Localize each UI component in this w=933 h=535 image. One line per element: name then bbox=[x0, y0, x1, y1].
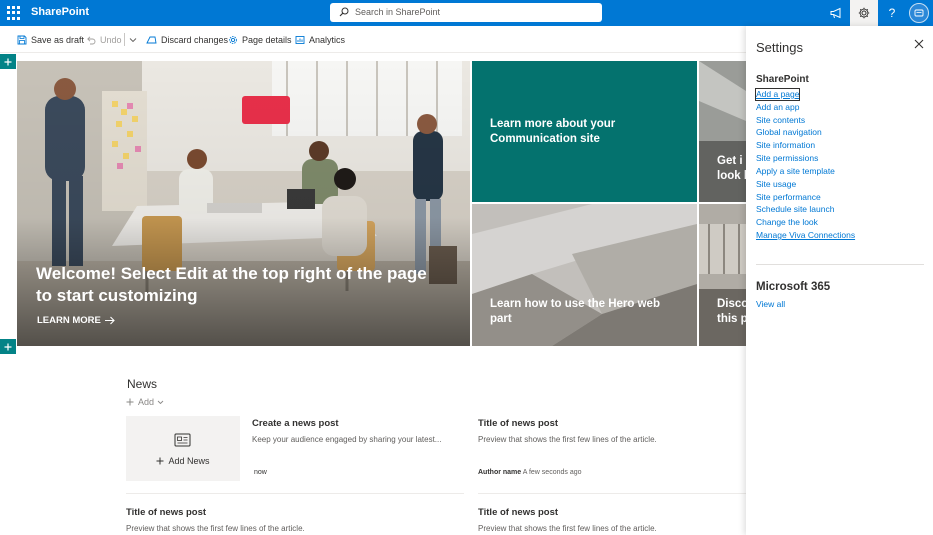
add-section-button-top[interactable] bbox=[0, 54, 16, 69]
hero-tile-teal-text: Learn more about your Communication site bbox=[490, 118, 616, 145]
command-separator bbox=[124, 33, 125, 46]
settings-button[interactable] bbox=[850, 0, 878, 26]
news-post-description: Preview that shows the first few lines o… bbox=[126, 524, 305, 533]
plus-icon bbox=[4, 343, 12, 350]
news-post-description: Preview that shows the first few lines o… bbox=[478, 524, 657, 533]
add-news-label: Add News bbox=[168, 456, 210, 466]
user-avatar[interactable] bbox=[909, 3, 929, 23]
add-news-row: Add News bbox=[126, 456, 240, 466]
learn-more-link[interactable]: LEARN MORE bbox=[37, 315, 116, 326]
search-box[interactable]: Search in SharePoint bbox=[330, 3, 602, 22]
undo-label: Undo bbox=[100, 34, 122, 45]
undo-dropdown-button[interactable] bbox=[129, 31, 141, 48]
plus-icon bbox=[126, 398, 134, 406]
help-button[interactable]: ? bbox=[878, 0, 906, 26]
settings-panel: Settings SharePoint Add a page Add an ap… bbox=[746, 26, 933, 535]
undo-button[interactable]: Undo bbox=[86, 31, 122, 48]
command-bar: Save as draft Undo Discard changes Page … bbox=[0, 26, 746, 53]
plus-icon bbox=[156, 457, 164, 465]
add-section-button-bottom[interactable] bbox=[0, 339, 16, 354]
save-icon bbox=[17, 35, 27, 44]
hero-tile-bottom-right[interactable]: Disco this p bbox=[699, 204, 746, 346]
news-add-label: Add bbox=[138, 397, 155, 407]
news-post-author: Author name bbox=[478, 469, 522, 476]
help-icon: ? bbox=[888, 6, 896, 20]
page-details-button[interactable]: Page details bbox=[228, 31, 292, 48]
news-post-time: A few seconds ago bbox=[522, 469, 582, 476]
settings-link-add-page[interactable]: Add a page bbox=[754, 88, 801, 101]
search-icon bbox=[339, 7, 349, 17]
news-post-description: Preview that shows the first few lines o… bbox=[478, 435, 657, 444]
gear-icon bbox=[229, 35, 237, 44]
chevron-down-icon bbox=[157, 400, 164, 404]
settings-link-site-information[interactable]: Site information bbox=[756, 140, 815, 151]
news-post-description: Keep your audience engaged by sharing yo… bbox=[252, 435, 442, 444]
save-as-draft-button[interactable]: Save as draft bbox=[17, 31, 84, 48]
settings-link-site-permissions[interactable]: Site permissions bbox=[756, 153, 818, 164]
page-details-label: Page details bbox=[242, 34, 292, 45]
discard-changes-button[interactable]: Discard changes bbox=[146, 31, 228, 48]
settings-link-site-performance[interactable]: Site performance bbox=[756, 192, 821, 203]
analytics-button[interactable]: Analytics bbox=[295, 31, 345, 48]
settings-link-change-the-look[interactable]: Change the look bbox=[756, 217, 818, 228]
news-icon bbox=[174, 433, 191, 447]
close-icon[interactable] bbox=[913, 38, 925, 50]
news-post-title[interactable]: Title of news post bbox=[126, 507, 206, 518]
settings-link-manage-viva-connections[interactable]: Manage Viva Connections bbox=[756, 230, 855, 241]
news-post-title[interactable]: Title of news post bbox=[478, 418, 558, 429]
news-post-title[interactable]: Title of news post bbox=[478, 507, 558, 518]
analytics-label: Analytics bbox=[309, 34, 346, 45]
settings-link-site-contents[interactable]: Site contents bbox=[756, 115, 805, 126]
hero-tile-communication-site[interactable]: Learn more about your Communication site bbox=[472, 61, 697, 202]
settings-link-apply-site-template[interactable]: Apply a site template bbox=[756, 166, 835, 177]
hero-main-title: Welcome! Select Edit at the top right of… bbox=[36, 264, 427, 305]
plus-icon bbox=[4, 58, 12, 65]
settings-link-site-usage[interactable]: Site usage bbox=[756, 179, 796, 190]
news-divider bbox=[126, 493, 464, 494]
analytics-icon bbox=[295, 35, 305, 44]
news-post-title[interactable]: Create a news post bbox=[252, 418, 339, 429]
undo-icon bbox=[87, 35, 96, 44]
hero-main-tile[interactable]: Welcome! Select Edit at the top right of… bbox=[17, 61, 470, 346]
add-news-tile[interactable]: Add News bbox=[126, 416, 240, 481]
sharepoint-heading: SharePoint bbox=[756, 74, 809, 85]
megaphone-button[interactable] bbox=[822, 0, 850, 26]
gear-icon bbox=[858, 7, 870, 19]
settings-link-global-navigation[interactable]: Global navigation bbox=[756, 127, 822, 138]
news-post-meta: Author name A few seconds ago bbox=[478, 469, 582, 476]
discard-changes-label: Discard changes bbox=[161, 34, 229, 45]
suite-bar: SharePoint Search in SharePoint ? bbox=[0, 0, 933, 26]
settings-divider bbox=[756, 264, 924, 265]
megaphone-icon bbox=[830, 7, 840, 19]
news-divider bbox=[478, 493, 746, 494]
news-section-title: News bbox=[127, 377, 158, 391]
learn-more-label: LEARN MORE bbox=[37, 315, 101, 326]
chevron-down-icon bbox=[129, 37, 137, 42]
search-placeholder: Search in SharePoint bbox=[355, 7, 441, 17]
app-brand-name[interactable]: SharePoint bbox=[31, 6, 89, 18]
settings-panel-title: Settings bbox=[756, 40, 803, 55]
news-add-button[interactable]: Add bbox=[126, 397, 164, 407]
settings-link-schedule-site-launch[interactable]: Schedule site launch bbox=[756, 204, 834, 215]
news-post-time: now bbox=[254, 469, 267, 476]
settings-link-view-all[interactable]: View all bbox=[756, 299, 785, 310]
hero-tile-hero-web-part[interactable]: Learn how to use the Hero web part bbox=[472, 204, 697, 346]
arrow-right-icon bbox=[104, 316, 115, 325]
save-as-draft-label: Save as draft bbox=[31, 34, 85, 45]
app-launcher-waffle-icon[interactable] bbox=[5, 4, 23, 22]
avatar-icon bbox=[914, 9, 924, 17]
hero-tile-top-right-text: Get i look b bbox=[717, 155, 746, 182]
hero-tile-top-right[interactable]: Get i look b bbox=[699, 61, 746, 202]
settings-link-add-app[interactable]: Add an app bbox=[756, 102, 799, 113]
hero-tile-bottom-text: Learn how to use the Hero web part bbox=[490, 298, 660, 325]
microsoft-365-heading: Microsoft 365 bbox=[756, 281, 831, 293]
discard-icon bbox=[146, 36, 157, 43]
hero-tile-bottom-right-text: Disco this p bbox=[717, 298, 746, 325]
